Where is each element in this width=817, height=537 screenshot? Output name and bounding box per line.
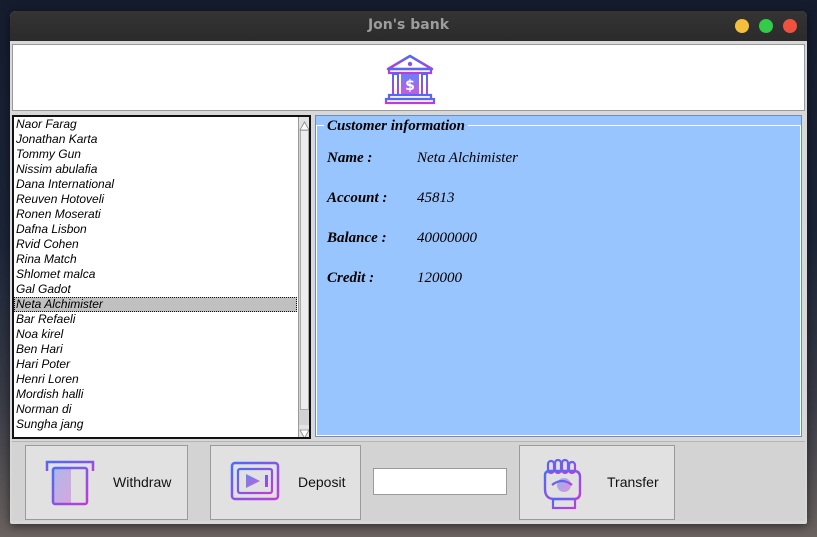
account-value: 45813 xyxy=(417,190,455,206)
customer-list-item[interactable]: Naor Farag xyxy=(14,117,297,132)
info-panel-title: Customer information xyxy=(324,118,468,135)
maximize-button[interactable] xyxy=(759,19,773,33)
customer-list-item[interactable]: Sungha jang xyxy=(14,417,297,432)
customer-list-item[interactable]: Reuven Hotoveli xyxy=(14,192,297,207)
bank-icon: $ xyxy=(384,54,436,105)
deposit-button[interactable]: Deposit xyxy=(210,445,361,520)
balance-label: Balance : xyxy=(327,230,387,246)
svg-text:$: $ xyxy=(405,78,415,94)
customer-list-item[interactable]: Ben Hari xyxy=(14,342,297,357)
hand-coin-icon xyxy=(543,459,582,510)
list-scrollbar[interactable] xyxy=(298,117,309,437)
customer-list-item[interactable]: Mordish halli xyxy=(14,387,297,402)
scroll-down-arrow[interactable] xyxy=(299,425,309,437)
customer-list-item[interactable]: Norman di xyxy=(14,402,297,417)
customer-list-item[interactable]: Noa kirel xyxy=(14,327,297,342)
arrow-down-icon xyxy=(299,429,309,437)
customer-list-item[interactable]: Rina Match xyxy=(14,252,297,267)
customer-list-item[interactable]: Gal Gadot xyxy=(14,282,297,297)
name-value: Neta Alchimister xyxy=(417,150,518,166)
customer-list-item[interactable]: Jonathan Karta xyxy=(14,132,297,147)
customer-list-item[interactable]: Neta Alchimister xyxy=(14,297,297,312)
customer-list[interactable]: Naor Farag Jonathan Karta Tommy Gun Nissim … xyxy=(14,117,297,437)
scroll-up-arrow[interactable] xyxy=(299,117,309,131)
withdraw-label: Withdraw xyxy=(113,474,172,490)
credit-label: Credit : xyxy=(327,270,375,286)
customer-info-panel: Customer information Name : Neta Alchimi… xyxy=(315,115,802,437)
transfer-label: Transfer xyxy=(607,474,659,490)
customer-list-item[interactable]: Tommy Gun xyxy=(14,147,297,162)
amount-input[interactable] xyxy=(373,468,507,495)
transfer-button[interactable]: Transfer xyxy=(519,445,675,520)
header-banner: $ xyxy=(12,44,805,111)
app-window: Jon's bank $ Naor Farag Jonathan Karta Tom… xyxy=(10,11,807,524)
customer-list-item[interactable]: Dana International xyxy=(14,177,297,192)
action-bar: Withdraw Deposit Transfer xyxy=(12,441,805,521)
customer-list-item[interactable]: Rvid Cohen xyxy=(14,237,297,252)
account-label: Account : xyxy=(327,190,388,206)
window-title: Jon's bank xyxy=(367,17,450,33)
customer-list-item[interactable]: Nissim abulafia xyxy=(14,162,297,177)
customer-list-item[interactable]: Dafna Lisbon xyxy=(14,222,297,237)
scroll-thumb[interactable] xyxy=(300,130,309,410)
customer-list-panel: Naor Farag Jonathan Karta Tommy Gun Nissim … xyxy=(12,115,311,439)
deposit-label: Deposit xyxy=(298,474,346,490)
balance-value: 40000000 xyxy=(417,230,477,246)
atm-card-icon xyxy=(45,460,95,506)
customer-list-item[interactable]: Shlomet malca xyxy=(14,267,297,282)
withdraw-button[interactable]: Withdraw xyxy=(25,445,188,520)
safe-icon xyxy=(230,461,280,505)
close-button[interactable] xyxy=(783,19,797,33)
minimize-button[interactable] xyxy=(735,19,749,33)
customer-list-item[interactable]: Ronen Moserati xyxy=(14,207,297,222)
info-frame-border xyxy=(316,125,801,436)
customer-list-item[interactable]: Henri Loren xyxy=(14,372,297,387)
name-label: Name : xyxy=(327,150,373,166)
title-bar[interactable]: Jon's bank xyxy=(10,11,807,41)
customer-list-item[interactable]: Hari Poter xyxy=(14,357,297,372)
customer-list-item[interactable]: Bar Refaeli xyxy=(14,312,297,327)
credit-value: 120000 xyxy=(417,270,462,286)
